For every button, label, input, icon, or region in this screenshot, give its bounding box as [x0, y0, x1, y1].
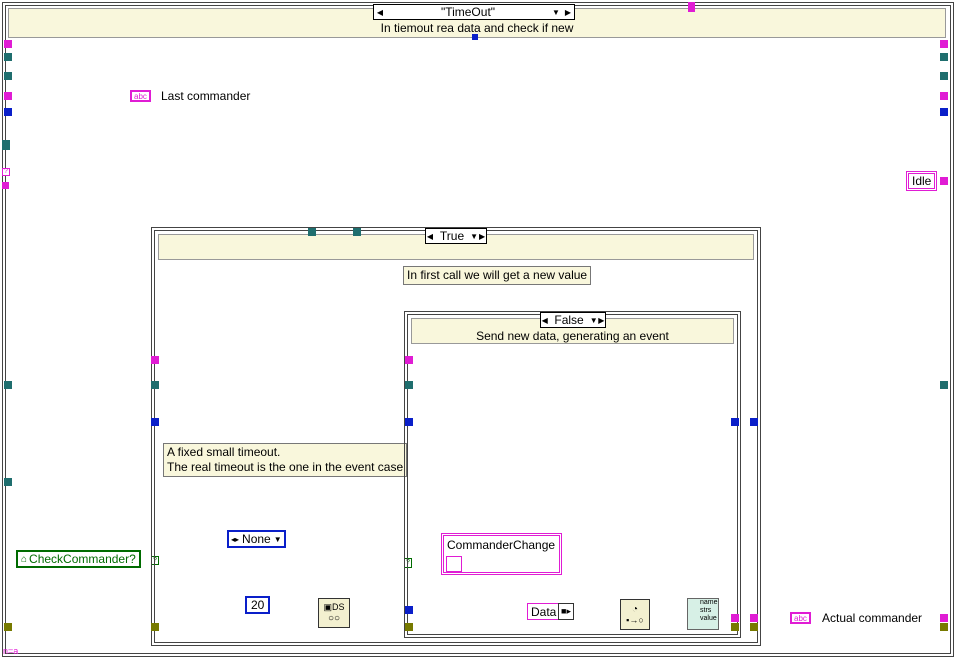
error-tunnel-false-right	[731, 623, 739, 631]
string-tunnel-false-right	[731, 614, 739, 622]
error-tunnel-false-left	[405, 623, 413, 631]
error-tunnel-left	[4, 623, 12, 631]
refnum-tunnel-true-top	[308, 228, 316, 236]
refnum-tunnel-left-2	[4, 72, 12, 80]
bundle-by-name-node[interactable]: name strs value	[687, 598, 719, 630]
outer-case-selector-label: "TimeOut"	[440, 5, 496, 19]
refnum-tunnel-right	[940, 53, 948, 61]
refnum-tunnel-left-3	[2, 140, 10, 150]
error-tunnel-true-right	[750, 623, 758, 631]
decrement-arrow-icon[interactable]: ◀	[541, 313, 548, 327]
none-enum-constant[interactable]: ◂▸ None ▼	[227, 530, 286, 548]
true-case-selector-label: True	[439, 229, 465, 243]
false-case-selector-label: False	[554, 313, 584, 327]
generate-user-event-node[interactable]: ◔ ▪→○	[620, 599, 650, 630]
string-shift-register-left	[4, 40, 12, 48]
commander-change-constant[interactable]: CommanderChange	[441, 533, 562, 575]
false-case-structure	[404, 311, 741, 638]
commander-change-label: CommanderChange	[447, 538, 556, 552]
false-case-subdiagram-label: Send new data, generating an event	[476, 329, 669, 343]
string-tunnel-true-left	[151, 356, 159, 364]
string-tunnel-right-3	[940, 614, 948, 622]
event-data-node: ?	[2, 168, 10, 176]
string-tunnel-true-right	[750, 614, 758, 622]
error-tunnel-right	[940, 623, 948, 631]
string-shift-register-right	[940, 40, 948, 48]
enum-arrow-icon: ◂▸	[231, 534, 240, 544]
refnum-tunnel-left-4	[4, 381, 12, 389]
increment-arrow-icon[interactable]: ▶	[598, 313, 605, 327]
string-tunnel-left	[4, 92, 12, 100]
outer-case-subdiagram-label: In tiemout rea data and check if new	[380, 21, 574, 35]
string-tunnel-right	[940, 92, 948, 100]
numeric-tunnel-false-right	[731, 418, 739, 426]
refnum-tunnel-true-top-2	[353, 228, 361, 236]
error-tunnel-true-left	[151, 623, 159, 631]
outer-case-selector[interactable]: ◀ "TimeOut" ▼ ▶	[373, 4, 575, 20]
home-icon: ⌂	[21, 553, 28, 565]
true-case-comment: In first call we will get a new value	[403, 266, 592, 285]
timeout-comment-line-2: The real timeout is the one in the event…	[167, 460, 404, 474]
bundle-item-value: value	[700, 615, 717, 622]
dropdown-arrow-icon[interactable]: ▼	[590, 313, 598, 327]
string-tunnel-top	[688, 2, 695, 12]
false-case-selector[interactable]: ◀ False ▼ ▶	[540, 312, 606, 328]
bottom-left-indicator: n=a	[3, 646, 19, 656]
dropdown-arrow-icon[interactable]: ▼	[550, 5, 562, 19]
numeric-tunnel-true-right	[750, 418, 758, 426]
increment-arrow-icon[interactable]: ▶	[478, 229, 486, 243]
refnum-tunnel-left	[4, 53, 12, 61]
increment-arrow-icon[interactable]: ▶	[562, 5, 574, 19]
true-case-selector[interactable]: ◀ True ▼ ▶	[425, 228, 487, 244]
refnum-tunnel-true-left	[151, 381, 159, 389]
event-arrow-icon: ▪→○	[626, 615, 644, 625]
case-selector-terminal	[472, 34, 478, 40]
array-index-box	[446, 556, 462, 572]
dropdown-arrow-icon[interactable]: ▼	[274, 535, 282, 544]
actual-commander-indicator-terminal[interactable]: abc	[790, 612, 811, 624]
decrement-arrow-icon[interactable]: ◀	[426, 229, 434, 243]
data-label: Data	[531, 604, 557, 619]
numeric-tunnel-false-left-2	[405, 606, 413, 614]
refnum-tunnel-right-2	[940, 72, 948, 80]
refnum-tunnel-false-left	[405, 381, 413, 389]
actual-commander-label: Actual commander	[822, 611, 923, 625]
string-tunnel-left-2	[2, 182, 9, 189]
none-enum-label: None	[242, 532, 271, 546]
last-commander-label: Last commander	[161, 89, 251, 103]
numeric-tunnel-false-left	[405, 418, 413, 426]
timeout-comment-line-1: A fixed small timeout.	[167, 445, 281, 459]
datasocket-read-node[interactable]: ▣DS ○○	[318, 598, 350, 628]
dropdown-arrow-icon[interactable]: ▼	[470, 229, 478, 243]
event-icon: ◔	[631, 604, 639, 615]
string-tunnel-right-2	[940, 177, 948, 185]
last-commander-indicator-terminal[interactable]: abc	[130, 90, 151, 102]
check-commander-local-variable[interactable]: ⌂ CheckCommander?	[16, 550, 141, 568]
numeric-tunnel-right	[940, 108, 948, 116]
type-cast-icon[interactable]: ■▸	[558, 603, 574, 620]
refnum-tunnel-right-3	[940, 381, 948, 389]
bundle-item-strs: strs	[700, 607, 712, 614]
glasses-icon: ○○	[327, 613, 341, 624]
timeout-numeric-constant[interactable]: 20	[245, 596, 271, 614]
numeric-tunnel-true-left	[151, 418, 159, 426]
refnum-tunnel-left-5	[4, 478, 12, 486]
string-tunnel-false-left	[405, 356, 413, 364]
data-unbundle-node[interactable]: Data	[527, 603, 561, 620]
check-commander-label: CheckCommander?	[29, 552, 136, 566]
decrement-arrow-icon[interactable]: ◀	[374, 5, 386, 19]
bundle-item-name: name	[700, 599, 718, 606]
datasocket-icon: ▣DS	[323, 602, 345, 612]
idle-string-constant[interactable]: Idle	[906, 171, 938, 191]
timeout-comment: A fixed small timeout. The real timeout …	[163, 443, 408, 477]
numeric-tunnel-left	[4, 108, 12, 116]
